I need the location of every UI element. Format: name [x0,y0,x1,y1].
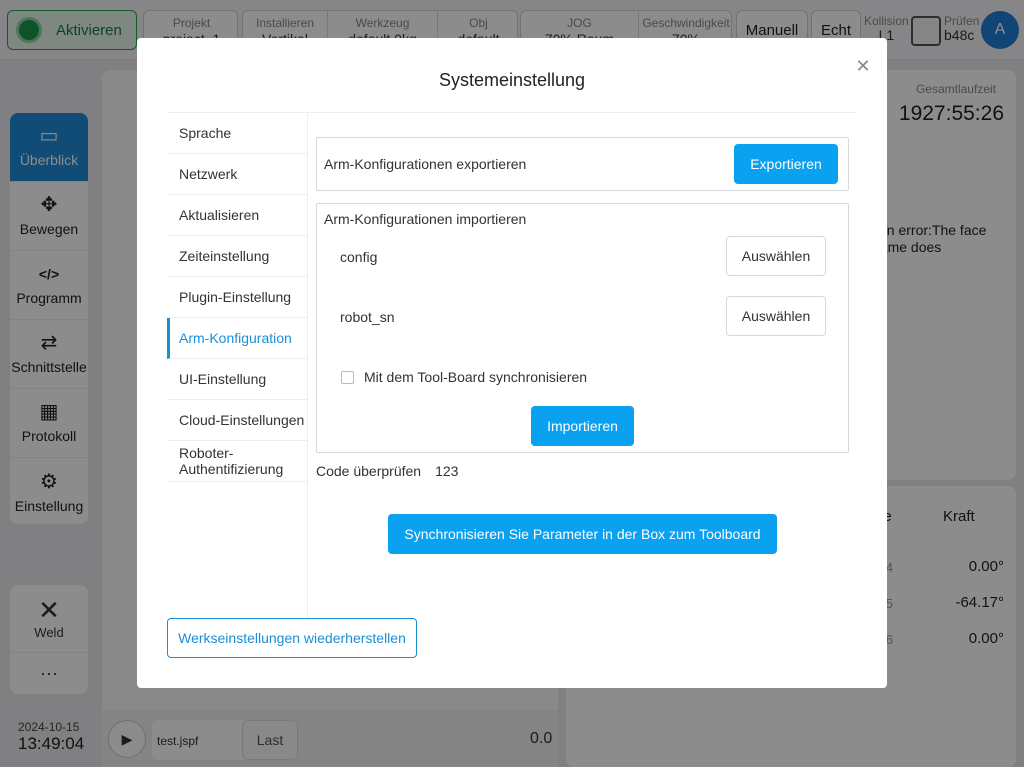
verify-code-value: 123 [435,463,459,479]
import-button[interactable]: Importieren [531,406,634,446]
menu-item-time[interactable]: Zeiteinstellung [167,236,307,277]
menu-item-robot-auth[interactable]: Roboter-Authentifizierung [167,441,307,482]
verify-code-row: Code überprüfen 123 [316,463,458,479]
select-config-button[interactable]: Auswählen [726,236,826,276]
sync-toolboard-checkbox[interactable] [341,371,354,384]
export-label: Arm-Konfigurationen exportieren [324,156,527,172]
menu-item-language[interactable]: Sprache [167,113,307,154]
select-robot-sn-button[interactable]: Auswählen [726,296,826,336]
menu-item-arm-config[interactable]: Arm-Konfiguration [167,318,307,359]
menu-item-ui[interactable]: UI-Einstellung [167,359,307,400]
config-label: config [340,249,378,265]
import-title: Arm-Konfigurationen importieren [324,211,527,227]
factory-reset-button[interactable]: Werkseinstellungen wiederherstellen [167,618,417,658]
verify-code-label: Code überprüfen [316,463,422,479]
menu-item-update[interactable]: Aktualisieren [167,195,307,236]
export-button[interactable]: Exportieren [734,144,838,184]
sync-toolboard-label: Mit dem Tool-Board synchronisieren [364,369,588,385]
system-settings-dialog: Systemeinstellung ✕ Sprache Netzwerk Akt… [137,38,887,688]
menu-item-network[interactable]: Netzwerk [167,154,307,195]
export-section: Arm-Konfigurationen exportieren Exportie… [316,137,849,191]
sync-toolboard-button[interactable]: Synchronisieren Sie Parameter in der Box… [388,514,777,554]
settings-menu: Sprache Netzwerk Aktualisieren Zeiteinst… [167,113,308,618]
import-section: Arm-Konfigurationen importieren config A… [316,203,849,453]
dialog-title: Systemeinstellung [438,70,586,90]
robot-sn-label: robot_sn [340,309,395,325]
menu-item-cloud[interactable]: Cloud-Einstellungen [167,400,307,441]
menu-item-plugin[interactable]: Plugin-Einstellung [167,277,307,318]
close-icon[interactable]: ✕ [854,57,872,75]
